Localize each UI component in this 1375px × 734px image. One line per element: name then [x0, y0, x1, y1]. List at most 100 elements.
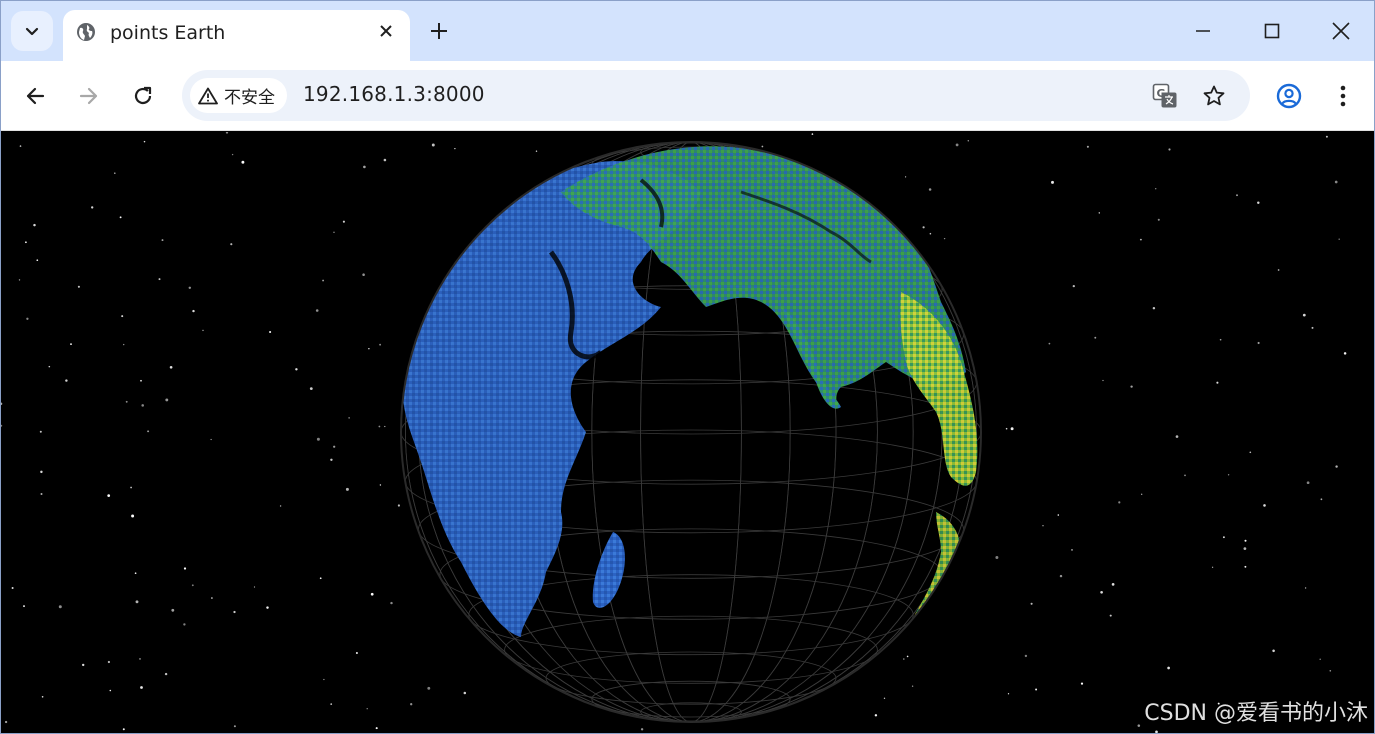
star: [1211, 566, 1214, 568]
star: [1154, 187, 1157, 190]
star: [1329, 669, 1332, 672]
star: [454, 147, 456, 150]
star: [1319, 658, 1321, 660]
star: [330, 703, 333, 705]
star: [333, 445, 336, 448]
star: [233, 610, 236, 614]
star: [906, 655, 909, 658]
star: [140, 686, 143, 689]
star: [1306, 481, 1310, 485]
star: [1051, 180, 1054, 184]
star: [114, 172, 116, 174]
star: [202, 329, 204, 332]
star: [761, 145, 764, 148]
security-indicator[interactable]: 不安全: [190, 78, 287, 113]
star: [342, 220, 345, 223]
menu-button[interactable]: [1325, 78, 1361, 114]
star: [269, 330, 272, 334]
star: [23, 605, 25, 608]
reload-button[interactable]: [125, 78, 161, 114]
profile-button[interactable]: [1271, 78, 1307, 114]
star: [1343, 352, 1347, 355]
star: [363, 165, 366, 169]
star: [315, 309, 319, 312]
star: [191, 584, 194, 587]
star: [19, 145, 22, 147]
star: [1244, 539, 1247, 542]
browser-toolbar: 不安全 192.168.1.3:8000 G: [1, 61, 1374, 131]
close-tab-button[interactable]: [374, 19, 398, 43]
arrow-left-icon: [26, 87, 45, 105]
star: [109, 689, 112, 692]
star: [333, 231, 335, 234]
url-text[interactable]: 192.168.1.3:8000: [303, 82, 485, 106]
star: [169, 365, 173, 369]
star: [40, 470, 43, 474]
star: [1272, 649, 1275, 653]
star: [967, 140, 970, 142]
star: [143, 140, 146, 143]
star: [1335, 465, 1338, 468]
star: [355, 651, 358, 655]
star: [319, 577, 322, 580]
star: [33, 223, 36, 227]
translate-button[interactable]: G: [1151, 82, 1179, 110]
earth-scene[interactable]: [1, 132, 1374, 734]
bookmark-button[interactable]: [1200, 82, 1228, 110]
star: [1111, 583, 1115, 586]
star: [192, 309, 195, 313]
globe-icon: [77, 23, 95, 41]
star: [427, 686, 431, 690]
new-tab-button[interactable]: [425, 17, 453, 45]
star: [1130, 385, 1133, 388]
star: [18, 279, 21, 281]
star: [161, 239, 164, 242]
star: [384, 425, 386, 428]
star: [1080, 682, 1084, 685]
tab-strip: points Earth: [1, 1, 1374, 61]
star: [77, 285, 80, 288]
star: [241, 160, 245, 164]
star: [1139, 238, 1142, 241]
star: [903, 658, 905, 660]
star: [165, 398, 169, 402]
more-vert-icon: [1340, 85, 1346, 107]
star: [366, 708, 368, 710]
plus-icon: [431, 23, 447, 39]
star: [1109, 614, 1112, 617]
star: [1167, 666, 1170, 670]
star: [279, 505, 282, 507]
tab-active[interactable]: points Earth: [63, 10, 410, 61]
star: [70, 343, 72, 346]
minimize-icon: [1196, 30, 1210, 32]
forward-button[interactable]: [71, 78, 107, 114]
star: [188, 286, 192, 290]
star: [130, 486, 133, 489]
star: [1042, 524, 1044, 527]
star: [210, 438, 212, 441]
star: [316, 437, 320, 441]
maximize-button[interactable]: [1256, 15, 1288, 47]
star: [1244, 565, 1247, 568]
tab-search-button[interactable]: [11, 11, 53, 51]
star-icon: [1203, 85, 1225, 106]
star: [1219, 338, 1222, 341]
star: [41, 695, 44, 698]
star: [883, 697, 886, 699]
star: [995, 556, 999, 559]
star: [1184, 474, 1186, 477]
page-content[interactable]: CSDN @爱看书的小沐: [1, 132, 1374, 734]
close-window-button[interactable]: [1325, 15, 1357, 47]
star: [1010, 427, 1014, 431]
star: [943, 237, 946, 240]
star: [4, 720, 8, 724]
back-button[interactable]: [17, 78, 53, 114]
star: [183, 567, 187, 570]
star: [1304, 587, 1307, 589]
address-bar[interactable]: 不安全 192.168.1.3:8000 G: [182, 70, 1250, 121]
star: [1222, 536, 1225, 539]
star: [48, 365, 51, 368]
star: [1334, 180, 1338, 184]
star: [1216, 381, 1219, 384]
minimize-button[interactable]: [1187, 15, 1219, 47]
